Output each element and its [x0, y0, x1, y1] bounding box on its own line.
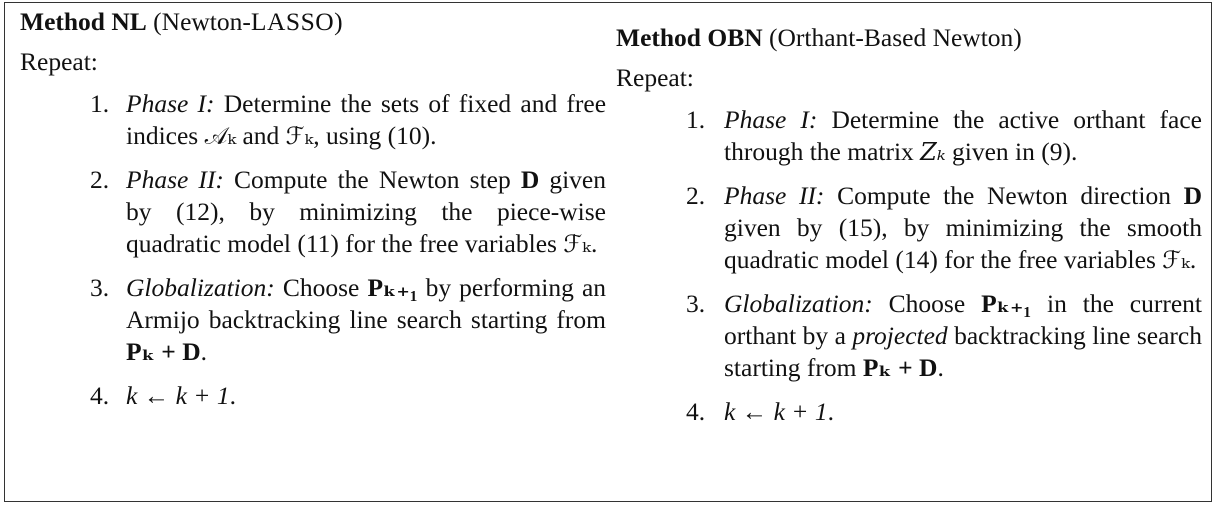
- method-obn-header: Method OBN (Orthant-Based Newton): [616, 22, 1202, 54]
- method-nl-subtitle: (Newton-LASSO): [153, 7, 343, 36]
- math-symbol: 𝒜ₖ: [204, 122, 237, 150]
- method-nl-steps: 1. Phase I: Determine the sets of fixed …: [20, 88, 606, 412]
- step-item: 4. k ← k + 1.: [686, 397, 834, 426]
- step-label: Phase I:: [724, 105, 818, 134]
- step-item: 1. Phase I: Determine the active orthant…: [686, 105, 1202, 166]
- method-obn-steps: 1. Phase I: Determine the active orthant…: [616, 104, 1202, 428]
- math-symbol: D: [1183, 181, 1203, 210]
- reference: (12): [175, 197, 219, 226]
- math-symbol: k ← k + 1: [126, 381, 230, 410]
- step-item: 2. Phase II: Compute the Newton directio…: [686, 181, 1203, 274]
- reference: (10): [387, 121, 431, 150]
- method-obn-subtitle: (Orthant-Based Newton): [769, 23, 1022, 52]
- step-label: Phase II:: [126, 165, 224, 194]
- method-nl-column: Method NL (Newton-LASSO) Repeat: 1. Phas…: [20, 6, 606, 424]
- step-label: Phase II:: [724, 181, 825, 210]
- repeat-label: Repeat:: [20, 47, 98, 76]
- reference: (15): [838, 213, 882, 242]
- math-symbol: ℱₖ: [563, 230, 591, 258]
- math-symbol: ℱₖ: [285, 122, 314, 150]
- method-obn-column: Method OBN (Orthant-Based Newton) Repeat…: [616, 22, 1202, 440]
- math-symbol: Pₖ + D: [126, 337, 201, 366]
- method-nl-header: Method NL (Newton-LASSO): [20, 6, 606, 38]
- math-symbol: Pₖ₊₁: [367, 273, 418, 302]
- math-symbol: Pₖ + D: [862, 353, 938, 382]
- method-nl-title: Method NL: [20, 7, 147, 36]
- math-symbol: ℱₖ: [1162, 246, 1190, 274]
- reference: (9): [1041, 137, 1071, 166]
- step-item: 4. k ← k + 1.: [90, 381, 236, 410]
- step-label: Phase I:: [126, 89, 215, 118]
- step-item: 1. Phase I: Determine the sets of fixed …: [90, 89, 607, 150]
- math-symbol: Pₖ₊₁: [981, 289, 1032, 318]
- step-label: Globalization:: [724, 289, 873, 318]
- math-symbol: D: [520, 165, 540, 194]
- step-item: 3. Globalization: Choose Pₖ₊₁ by perform…: [90, 273, 607, 366]
- math-symbol: Zₖ: [920, 138, 946, 166]
- math-symbol: k ← k + 1: [724, 397, 828, 426]
- method-obn-title: Method OBN: [616, 23, 763, 52]
- step-item: 3. Globalization: Choose Pₖ₊₁ in the cur…: [686, 289, 1203, 382]
- step-item: 2. Phase II: Compute the Newton step D g…: [90, 165, 606, 258]
- emphasis: projected: [852, 321, 948, 350]
- step-label: Globalization:: [126, 273, 275, 302]
- repeat-label: Repeat:: [616, 63, 694, 92]
